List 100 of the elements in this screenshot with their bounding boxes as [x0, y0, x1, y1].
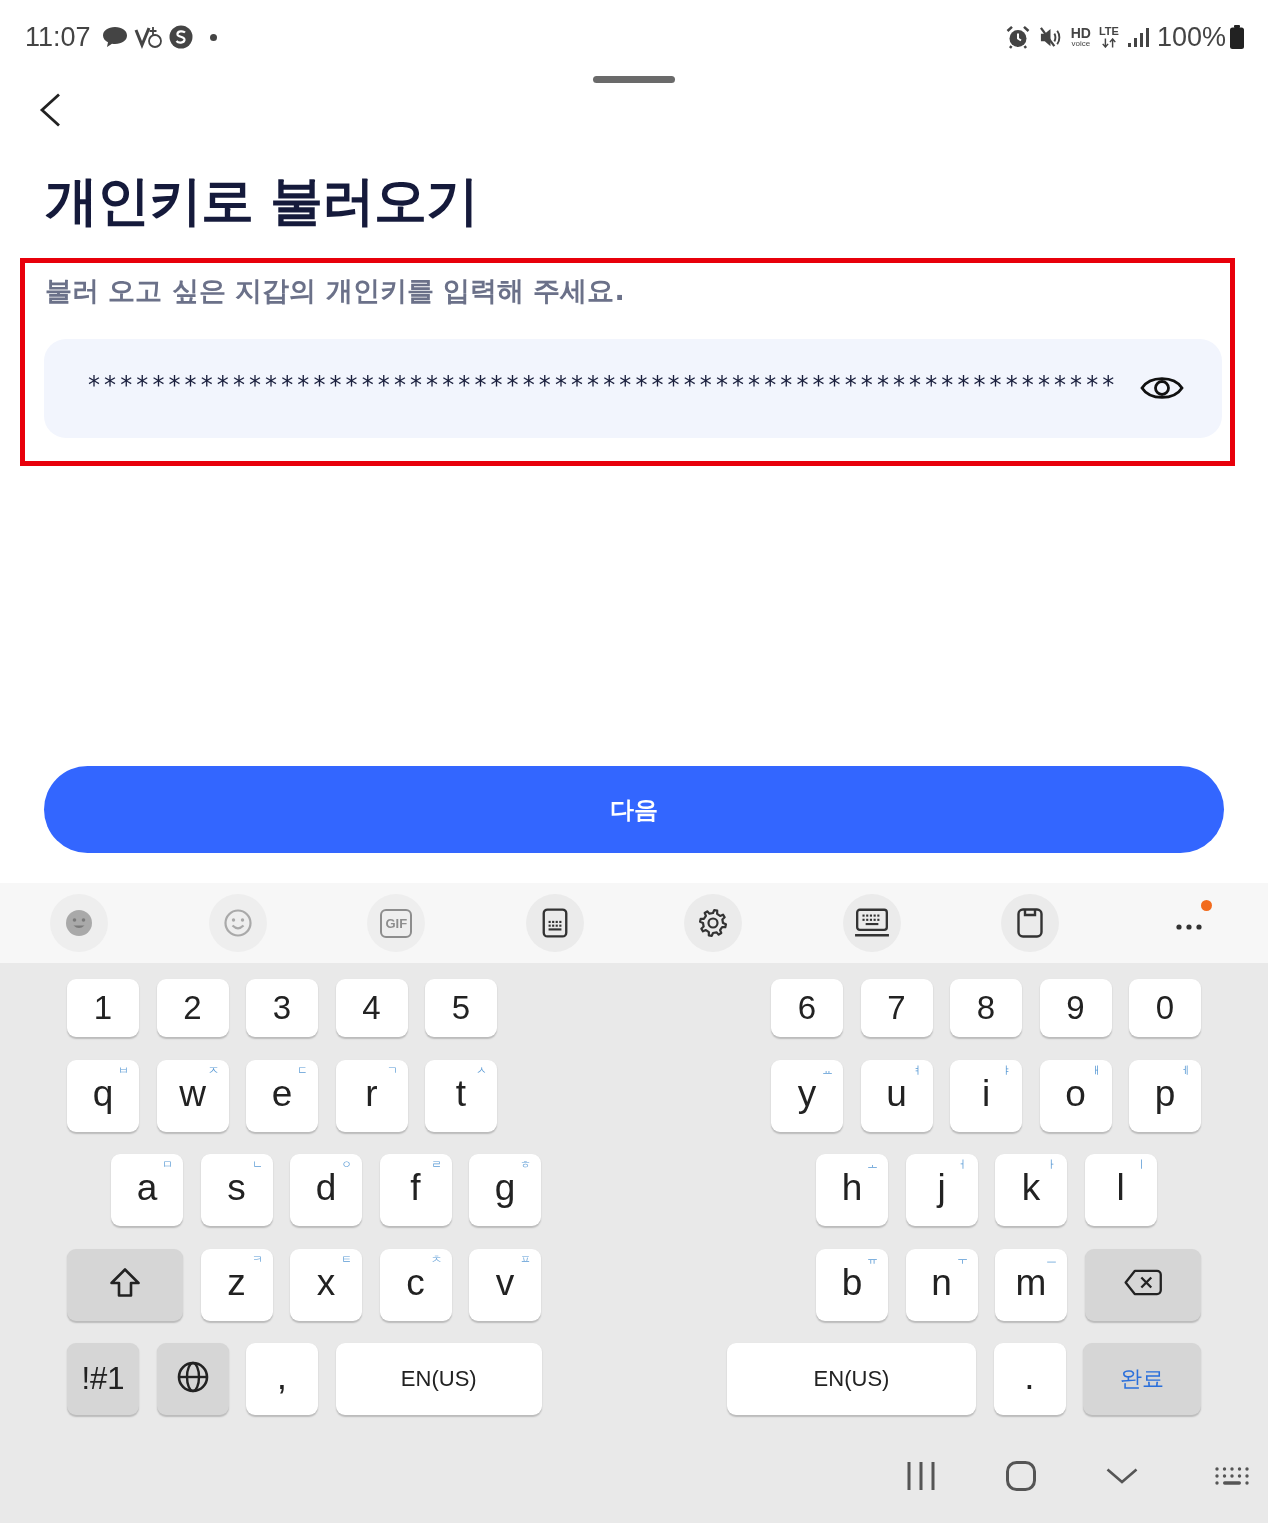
key[interactable]: y ㅛ [771, 1059, 843, 1132]
keyboard-icon [853, 908, 890, 938]
hangul-hint: ㅗ [867, 1159, 878, 1170]
clock-time: 11:07 [25, 21, 91, 53]
clipboard-icon [1015, 908, 1046, 938]
dot-icon [209, 33, 217, 41]
backspace-icon [1123, 1269, 1162, 1296]
circle-logo-icon [168, 25, 193, 49]
shift-arrow-icon [109, 1266, 141, 1299]
back-button[interactable] [38, 93, 62, 127]
hangul-hint: ㄱ [386, 1064, 398, 1076]
hangul-hint: ㅕ [911, 1064, 923, 1076]
key[interactable]: o ㅐ [1039, 1059, 1112, 1132]
back-chevron-icon [38, 93, 62, 127]
key[interactable]: u ㅕ [860, 1059, 933, 1132]
key[interactable]: d ㅇ [290, 1154, 362, 1226]
key[interactable]: r ㄱ [335, 1059, 408, 1132]
chevron-down-icon [1106, 1468, 1138, 1484]
key[interactable]: 3 [246, 979, 318, 1037]
key[interactable]: f ㄹ [379, 1154, 452, 1226]
home-icon [1006, 1461, 1036, 1491]
key[interactable]: e ㄷ [246, 1059, 318, 1132]
key[interactable]: j ㅓ [905, 1154, 978, 1226]
hangul-hint: ㅓ [956, 1159, 968, 1170]
hangul-hint: ㄴ [251, 1159, 263, 1170]
home-button[interactable] [1006, 1461, 1036, 1491]
chat-bubble-icon [101, 26, 128, 48]
hangul-hint: ㄷ [297, 1064, 308, 1076]
space-key[interactable]: EN(US) [727, 1343, 976, 1415]
key[interactable]: v ㅍ [469, 1248, 541, 1321]
page-title: 개인키로 불러오기 [45, 169, 479, 233]
face-icon [64, 908, 95, 938]
hangul-hint: ㅇ [341, 1159, 352, 1170]
key[interactable]: 2 [156, 979, 229, 1037]
key[interactable]: c ㅊ [379, 1248, 452, 1321]
key[interactable]: w ㅈ [156, 1059, 229, 1132]
key[interactable]: 5 [425, 979, 497, 1037]
key[interactable]: s ㄴ [200, 1154, 273, 1226]
key[interactable]: z ㅋ [200, 1248, 273, 1321]
key[interactable]: 1 [67, 979, 139, 1037]
symbols-key[interactable]: !#1 [67, 1343, 139, 1415]
sheet-handle[interactable] [593, 76, 675, 83]
signal-bars-icon [1126, 27, 1149, 47]
key[interactable]: 8 [950, 979, 1022, 1037]
key[interactable]: m ㅡ [995, 1248, 1067, 1321]
recents-icon [906, 1460, 936, 1492]
hangul-hint: ㅛ [822, 1064, 833, 1076]
hangul-hint: ㅅ [476, 1064, 487, 1076]
hangul-hint: ㅑ [1001, 1064, 1012, 1076]
key[interactable]: h ㅗ [816, 1154, 888, 1226]
key[interactable]: p ㅔ [1129, 1059, 1201, 1132]
tick-ring-icon [133, 24, 162, 50]
key[interactable]: 4 [335, 979, 408, 1037]
language-key[interactable] [156, 1343, 229, 1415]
key[interactable]: n ㅜ [905, 1248, 978, 1321]
hangul-hint: ㅐ [1090, 1064, 1102, 1076]
hangul-hint: ㅌ [341, 1253, 352, 1265]
key[interactable]: 7 [860, 979, 933, 1037]
keyboard-icon [1214, 1467, 1250, 1485]
space-key[interactable]: EN(US) [335, 1343, 542, 1415]
battery-icon [1230, 25, 1244, 49]
key[interactable]: 0 [1129, 979, 1201, 1037]
hangul-hint: ㅜ [956, 1253, 968, 1265]
hide-keyboard-button[interactable] [1106, 1468, 1138, 1484]
battery-percentage: 100% [1156, 21, 1226, 53]
more-icon [1174, 924, 1203, 930]
hangul-hint: ㅂ [118, 1064, 129, 1076]
private-key-prompt: 불러 오고 싶은 지갑의 개인키를 입력해 주세요. [45, 273, 626, 308]
muted-speaker-icon [1038, 25, 1062, 49]
hangul-hint: ㅣ [1135, 1159, 1147, 1170]
hd-voice-indicator: HD voice [1070, 26, 1091, 48]
hangul-hint: ㅏ [1046, 1159, 1057, 1170]
hangul-hint: ㅍ [520, 1253, 531, 1265]
key[interactable]: l ㅣ [1084, 1154, 1157, 1226]
key[interactable]: b ㅠ [816, 1248, 888, 1321]
hangul-hint: ㅎ [520, 1159, 531, 1170]
settings-icon [698, 908, 729, 938]
key[interactable]: 6 [771, 979, 843, 1037]
keyboard-switch-button[interactable] [1214, 1467, 1250, 1485]
hangul-hint: ㅔ [1180, 1064, 1191, 1076]
key[interactable]: q ㅂ [67, 1059, 139, 1132]
alarm-clock-icon [1005, 25, 1030, 49]
key[interactable]: , [246, 1343, 318, 1415]
globe-icon [176, 1361, 209, 1393]
key[interactable]: 9 [1039, 979, 1112, 1037]
key[interactable]: g ㅎ [469, 1154, 541, 1226]
hangul-hint: ㅋ [251, 1253, 263, 1265]
hangul-hint: ㅈ [207, 1064, 219, 1076]
key[interactable]: a ㅁ [111, 1154, 183, 1226]
next-button[interactable]: 다음 [44, 766, 1224, 853]
key[interactable]: t ㅅ [425, 1059, 497, 1132]
backspace-key[interactable] [1084, 1248, 1201, 1321]
key[interactable]: . [993, 1343, 1066, 1415]
key[interactable]: x ㅌ [290, 1248, 362, 1321]
key[interactable]: k ㅏ [995, 1154, 1067, 1226]
recents-button[interactable] [906, 1460, 936, 1492]
hangul-hint: ㅁ [162, 1159, 173, 1170]
key[interactable]: i ㅑ [950, 1059, 1022, 1132]
private-key-field[interactable]: **************************************************************** [44, 338, 1222, 438]
shift-key[interactable] [67, 1248, 183, 1321]
